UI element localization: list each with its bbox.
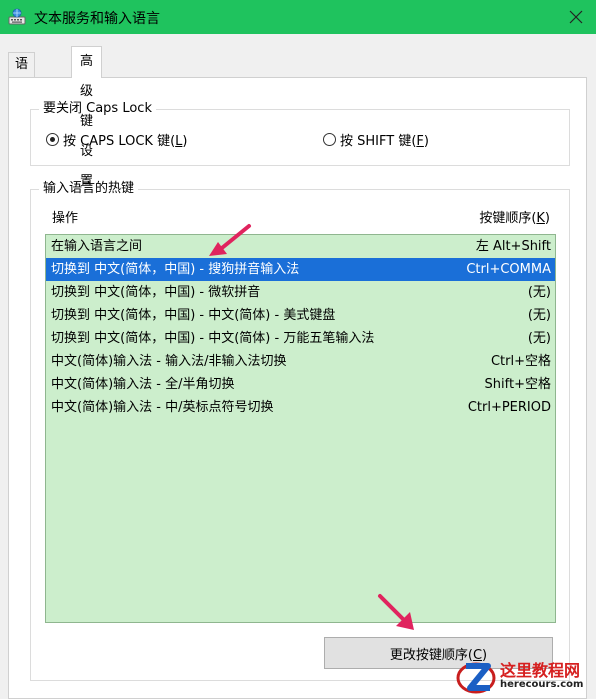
list-item[interactable]: 切换到 中文(简体，中国) - 微软拼音 (无) bbox=[46, 281, 555, 304]
close-button[interactable] bbox=[556, 0, 596, 34]
column-header-action: 操作 bbox=[52, 211, 79, 226]
list-item-selected[interactable]: 切换到 中文(简体，中国) - 搜狗拼音输入法 Ctrl+COMMA bbox=[46, 258, 555, 281]
list-item[interactable]: 在输入语言之间左 Alt+Shift bbox=[46, 235, 555, 258]
list-item[interactable]: 中文(简体)输入法 - 输入法/非输入法切换 Ctrl+空格 bbox=[46, 350, 555, 373]
caps-lock-legend: 要关闭 Caps Lock bbox=[39, 101, 156, 117]
watermark-logo-icon bbox=[456, 662, 496, 694]
watermark-title: 这里教程网 bbox=[500, 660, 581, 680]
caps-lock-option[interactable]: 按 CAPS LOCK 键(L) bbox=[46, 130, 187, 149]
annotation-arrow-icon bbox=[378, 594, 414, 630]
radio-button-unchecked[interactable] bbox=[323, 133, 336, 146]
hotkey-list[interactable]: 在输入语言之间左 Alt+Shift 切换到 中文(简体，中国) - 搜狗拼音输… bbox=[45, 234, 556, 623]
watermark: 这里教程网 herecours.com bbox=[456, 654, 596, 698]
list-item[interactable]: 切换到 中文(简体，中国) - 中文(简体) - 美式键盘 (无) bbox=[46, 304, 555, 327]
title-bar: 文本服务和输入语言 bbox=[0, 0, 596, 34]
app-icon bbox=[8, 8, 26, 25]
list-item[interactable]: 中文(简体)输入法 - 全/半角切换 Shift+空格 bbox=[46, 373, 555, 396]
window-title: 文本服务和输入语言 bbox=[34, 11, 160, 27]
watermark-url: herecours.com bbox=[500, 679, 584, 691]
tab-language-bar[interactable]: 语言栏 bbox=[8, 52, 36, 120]
tab-label: 高级键设置 bbox=[80, 54, 94, 189]
option-label: 按 SHIFT 键(F) bbox=[340, 134, 429, 149]
list-item[interactable]: 切换到 中文(简体，中国) - 中文(简体) - 万能五笔输入法 (无) bbox=[46, 327, 555, 350]
list-item[interactable]: 中文(简体)输入法 - 中/英标点符号切换 Ctrl+PERIOD bbox=[46, 396, 555, 419]
column-header-key-order: 按键顺序(K) bbox=[479, 211, 550, 226]
radio-button-checked[interactable] bbox=[46, 133, 59, 146]
shift-option[interactable]: 按 SHIFT 键(F) bbox=[323, 130, 429, 149]
close-icon bbox=[569, 10, 583, 24]
tab-advanced-key-settings[interactable]: 高级键设置 bbox=[71, 46, 103, 189]
annotation-arrow-icon bbox=[209, 224, 251, 256]
